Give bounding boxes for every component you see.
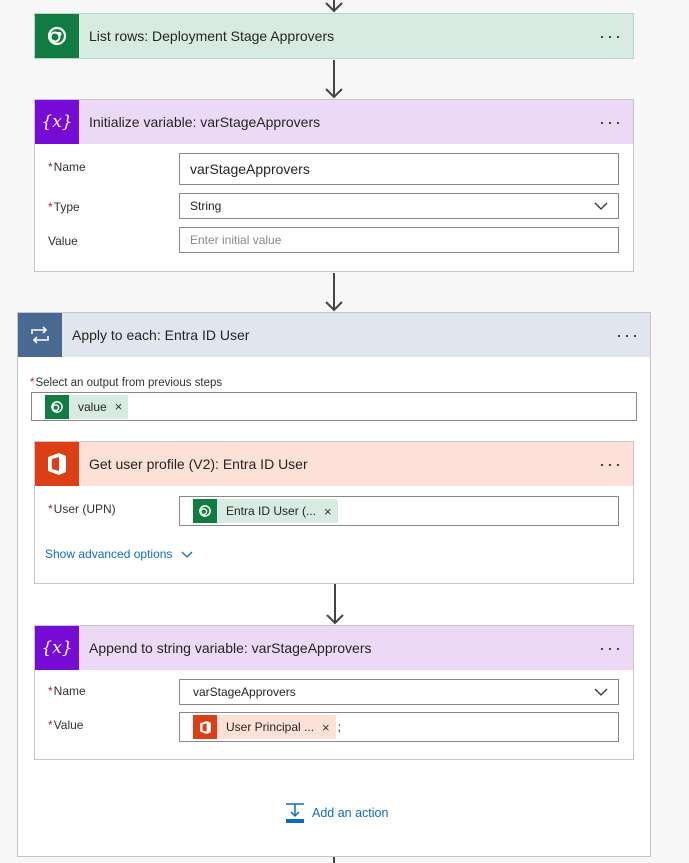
initialize-variable-title: Initialize variable: varStageApprovers	[89, 114, 321, 130]
connector-arrow	[325, 584, 345, 626]
office-icon	[35, 442, 79, 486]
add-action-button[interactable]: Add an action	[285, 802, 388, 824]
name-label: *Name	[48, 160, 86, 174]
variable-value-input[interactable]: Enter initial value	[179, 227, 619, 253]
chevron-down-icon	[594, 688, 608, 696]
type-label: *Type	[48, 200, 80, 214]
initialize-variable-card[interactable]: {𝑥} Initialize variable: varStageApprove…	[34, 99, 634, 272]
dataverse-icon	[35, 14, 79, 58]
append-variable-more-button[interactable]: ···	[589, 626, 633, 670]
append-value-input[interactable]: User Principal ... × ;	[179, 712, 619, 742]
apply-to-each-more-button[interactable]: ···	[606, 313, 650, 357]
select-output-input[interactable]: value ×	[31, 392, 637, 421]
value-label: *Value	[48, 718, 84, 732]
user-upn-label: *User (UPN)	[48, 502, 116, 516]
loop-icon	[18, 313, 62, 357]
select-output-label: *Select an output from previous steps	[30, 377, 223, 389]
list-rows-header[interactable]: List rows: Deployment Stage Approvers ··…	[35, 14, 633, 58]
remove-token-icon[interactable]: ×	[324, 504, 332, 519]
value-token[interactable]: value ×	[45, 394, 129, 419]
value-suffix: ;	[337, 720, 341, 734]
remove-token-icon[interactable]: ×	[322, 720, 330, 735]
user-upn-input[interactable]: Entra ID User (... ×	[179, 496, 619, 526]
append-variable-title: Append to string variable: varStageAppro…	[89, 640, 372, 656]
append-variable-header[interactable]: {𝑥} Append to string variable: varStageA…	[35, 626, 633, 670]
apply-to-each-card[interactable]: Apply to each: Entra ID User ··· *Select…	[17, 312, 651, 857]
list-rows-more-button[interactable]: ···	[589, 14, 633, 58]
add-action-icon	[286, 803, 304, 823]
variable-icon: {𝑥}	[35, 626, 79, 670]
office-icon	[193, 715, 217, 739]
apply-to-each-title: Apply to each: Entra ID User	[72, 327, 250, 343]
append-variable-card[interactable]: {𝑥} Append to string variable: varStageA…	[34, 625, 634, 760]
dataverse-icon	[45, 394, 69, 419]
append-name-select[interactable]: varStageApprovers	[179, 679, 619, 705]
connector-arrow	[324, 60, 344, 100]
connector-arrow	[324, 273, 344, 313]
apply-to-each-header[interactable]: Apply to each: Entra ID User ···	[18, 313, 650, 357]
get-user-profile-header[interactable]: Get user profile (V2): Entra ID User ···	[35, 442, 633, 486]
initialize-variable-header[interactable]: {𝑥} Initialize variable: varStageApprove…	[35, 100, 633, 144]
entra-id-user-token[interactable]: Entra ID User (... ×	[193, 499, 338, 523]
list-rows-card[interactable]: List rows: Deployment Stage Approvers ··…	[34, 13, 634, 59]
variable-icon: {𝑥}	[35, 100, 79, 144]
variable-type-select[interactable]: String	[179, 193, 619, 219]
connector-arrow-top	[324, 0, 344, 14]
connector-arrow-bottom	[324, 857, 344, 863]
value-label: Value	[48, 234, 78, 248]
dataverse-icon	[193, 499, 217, 523]
get-user-profile-card[interactable]: Get user profile (V2): Entra ID User ···…	[34, 441, 634, 584]
initialize-variable-more-button[interactable]: ···	[589, 100, 633, 144]
show-advanced-options-link[interactable]: Show advanced options	[45, 547, 193, 561]
name-label: *Name	[48, 684, 86, 698]
variable-name-input[interactable]: varStageApprovers	[179, 153, 619, 185]
get-user-profile-title: Get user profile (V2): Entra ID User	[89, 456, 308, 472]
get-user-profile-more-button[interactable]: ···	[589, 442, 633, 486]
chevron-down-icon	[181, 551, 193, 558]
chevron-down-icon	[594, 202, 608, 210]
remove-token-icon[interactable]: ×	[115, 399, 123, 414]
list-rows-title: List rows: Deployment Stage Approvers	[89, 28, 335, 44]
user-principal-token[interactable]: User Principal ... ×	[193, 715, 336, 739]
